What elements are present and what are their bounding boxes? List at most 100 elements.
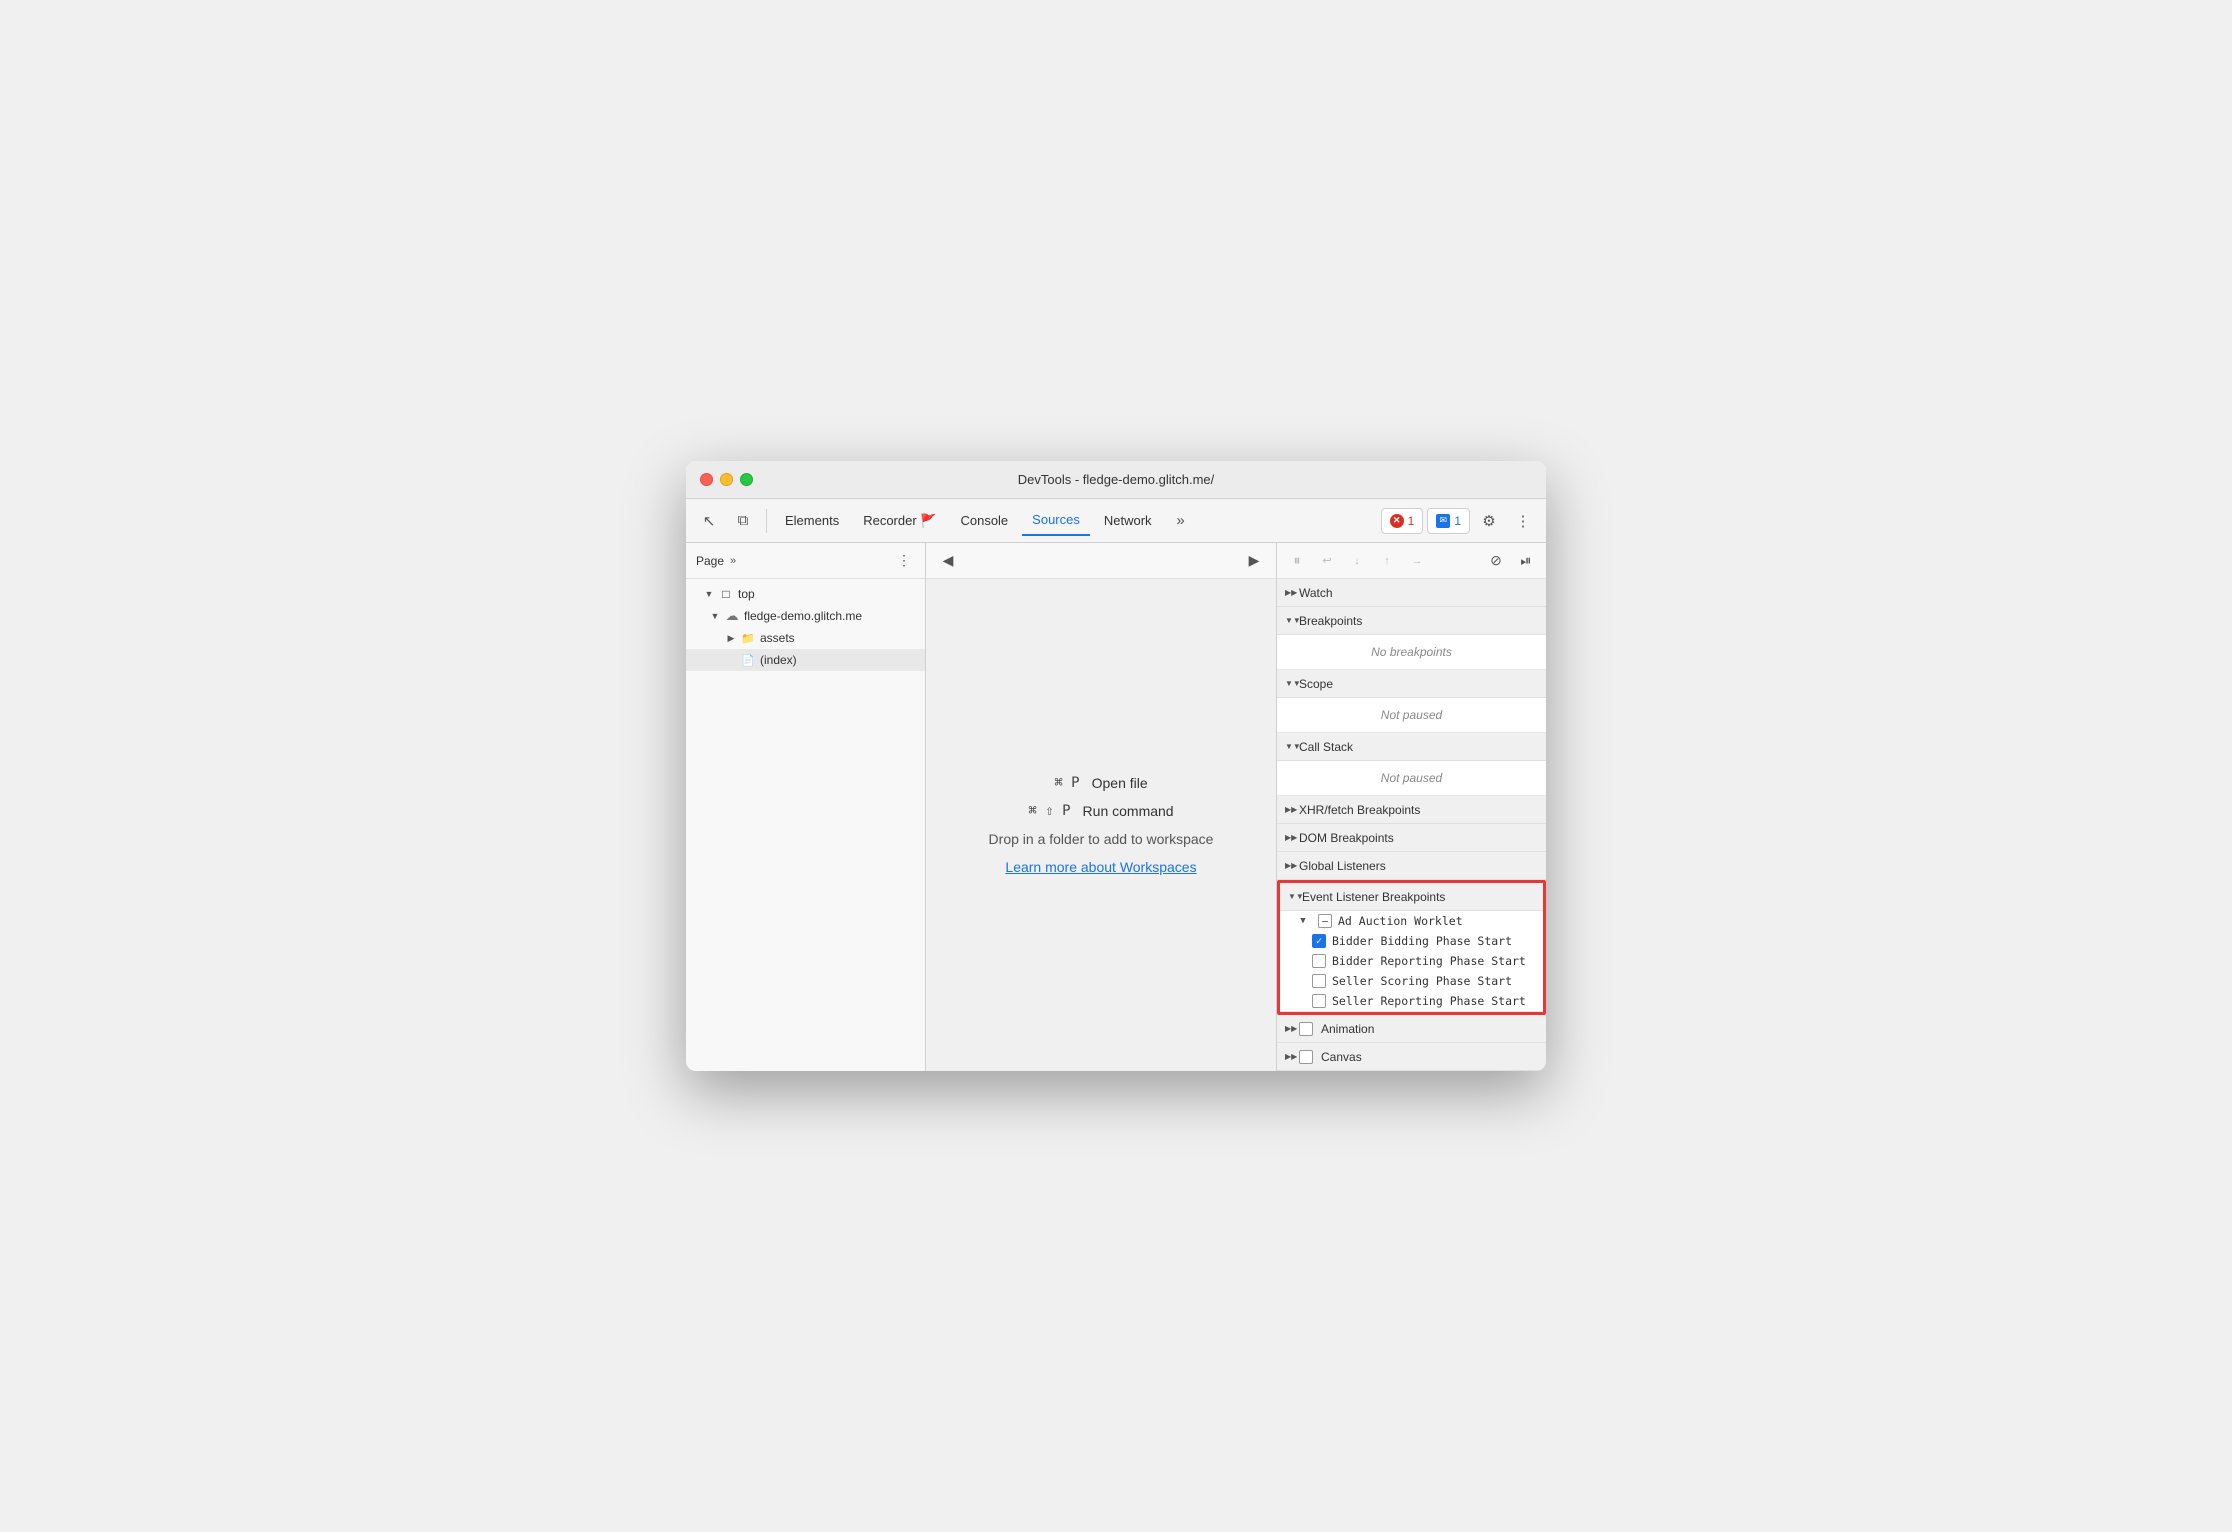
event-listener-section-header[interactable]: ▼ Event Listener Breakpoints [1280, 883, 1543, 911]
file-tree: ▼ □ top ▼ ☁ fledge-demo.glitch.me ▶ 📁 as… [686, 579, 925, 1071]
close-button[interactable] [700, 473, 713, 486]
device-icon: ⧉ [738, 512, 749, 529]
step-out-button[interactable]: ↑ [1373, 547, 1401, 575]
bidder-reporting-checkbox[interactable] [1312, 954, 1326, 968]
traffic-lights [700, 473, 753, 486]
step-into-button[interactable]: ↓ [1343, 547, 1371, 575]
seller-scoring-checkbox[interactable] [1312, 974, 1326, 988]
main-layout: Page » ⋮ ▼ □ top ▼ ☁ fled [686, 543, 1546, 1071]
pause-exceptions-button[interactable]: ⏯ [1512, 547, 1540, 575]
tree-item-index[interactable]: ▶ 📄 (index) [686, 649, 925, 671]
canvas-section-header[interactable]: ▶ Canvas [1277, 1043, 1546, 1071]
callstack-section-header[interactable]: ▼ Call Stack [1277, 733, 1546, 761]
collapse-left-icon: ◀ [943, 552, 954, 569]
bidder-bidding-item[interactable]: Bidder Bidding Phase Start [1280, 931, 1543, 951]
breakpoints-label: Breakpoints [1299, 614, 1362, 628]
watch-section-header[interactable]: ▶ Watch [1277, 579, 1546, 607]
sources-tab-label: Sources [1032, 512, 1080, 527]
collapse-left-button[interactable]: ◀ [934, 547, 962, 575]
folder-icon-assets: 📁 [740, 630, 756, 646]
canvas-checkbox[interactable] [1299, 1050, 1313, 1064]
tab-console[interactable]: Console [950, 506, 1018, 536]
cloud-icon: ☁ [724, 608, 740, 624]
settings-button[interactable]: ⚙ [1474, 506, 1504, 536]
scope-arrow: ▼ [1285, 679, 1295, 688]
more-tabs-button[interactable]: » [1166, 506, 1196, 536]
animation-section-header[interactable]: ▶ Animation [1277, 1015, 1546, 1043]
animation-checkbox[interactable] [1299, 1022, 1313, 1036]
seller-reporting-item[interactable]: Seller Reporting Phase Start [1280, 991, 1543, 1011]
breakpoints-section-header[interactable]: ▼ Breakpoints [1277, 607, 1546, 635]
deactivate-icon: ⊘ [1490, 552, 1502, 569]
debugger-toolbar: ⏸ ↩ ↓ ↑ → ⊘ ⏯ [1277, 543, 1546, 579]
shortcut-label-open: Open file [1092, 775, 1148, 791]
tab-recorder[interactable]: Recorder 🚩 [853, 506, 946, 536]
watch-arrow: ▶ [1285, 588, 1295, 597]
breakpoints-arrow: ▼ [1285, 616, 1295, 625]
more-options-button[interactable]: ⋮ [1508, 506, 1538, 536]
devtools-window: DevTools - fledge-demo.glitch.me/ ↖ ⧉ El… [686, 461, 1546, 1071]
event-listener-label: Event Listener Breakpoints [1302, 890, 1445, 904]
shortcut-label-run: Run command [1083, 803, 1174, 819]
tab-sources[interactable]: Sources [1022, 506, 1090, 536]
tab-network[interactable]: Network [1094, 506, 1162, 536]
main-toolbar: ↖ ⧉ Elements Recorder 🚩 Console Sources … [686, 499, 1546, 543]
tree-arrow-assets: ▶ [724, 631, 738, 645]
callstack-content: Not paused [1277, 761, 1546, 796]
canvas-label: Canvas [1321, 1050, 1362, 1064]
tree-label-assets: assets [760, 631, 795, 645]
minimize-button[interactable] [720, 473, 733, 486]
error-count: 1 [1408, 514, 1415, 528]
device-toggle-button[interactable]: ⧉ [728, 506, 758, 536]
deactivate-breakpoints-button[interactable]: ⊘ [1482, 547, 1510, 575]
debugger-sections: ▶ Watch ▼ Breakpoints No breakpoints ▼ S… [1277, 579, 1546, 1071]
cursor-tool-button[interactable]: ↖ [694, 506, 724, 536]
seller-scoring-item[interactable]: Seller Scoring Phase Start [1280, 971, 1543, 991]
xhr-section-header[interactable]: ▶ XHR/fetch Breakpoints [1277, 796, 1546, 824]
maximize-button[interactable] [740, 473, 753, 486]
sidebar-menu-icon: ⋮ [897, 552, 911, 569]
folder-icon-top: □ [718, 586, 734, 602]
console-tab-label: Console [960, 513, 1008, 528]
error-badge-button[interactable]: ✕ 1 [1381, 508, 1424, 534]
step-over-icon: ↩ [1322, 554, 1331, 567]
ad-auction-arrow: ▼ [1296, 914, 1310, 928]
scope-label: Scope [1299, 677, 1333, 691]
tree-label-index: (index) [760, 653, 797, 667]
event-listener-content: ▼ Ad Auction Worklet Bidder Bidding Phas… [1280, 911, 1543, 1012]
dom-section-header[interactable]: ▶ DOM Breakpoints [1277, 824, 1546, 852]
sidebar-menu-button[interactable]: ⋮ [893, 550, 915, 572]
seller-reporting-checkbox[interactable] [1312, 994, 1326, 1008]
workspace-learn-link[interactable]: Learn more about Workspaces [1005, 859, 1196, 875]
bidder-reporting-item[interactable]: Bidder Reporting Phase Start [1280, 951, 1543, 971]
shortcut-key-run: ⌘ ⇧ P [1028, 803, 1070, 819]
step-button[interactable]: → [1403, 547, 1431, 575]
breakpoints-content: No breakpoints [1277, 635, 1546, 670]
watch-label: Watch [1299, 586, 1333, 600]
tree-item-assets[interactable]: ▶ 📁 assets [686, 627, 925, 649]
center-content: ⌘ P Open file ⌘ ⇧ P Run command Drop in … [926, 579, 1276, 1071]
center-panel: ◀ ▶ ⌘ P Open file ⌘ ⇧ P Run command Drop… [926, 543, 1276, 1071]
file-icon-index: 📄 [740, 652, 756, 668]
ad-auction-checkbox[interactable] [1318, 914, 1332, 928]
expand-right-button[interactable]: ▶ [1240, 547, 1268, 575]
ad-auction-header[interactable]: ▼ Ad Auction Worklet [1280, 911, 1543, 931]
tree-item-fledge[interactable]: ▼ ☁ fledge-demo.glitch.me [686, 605, 925, 627]
event-listener-highlight: ▼ Event Listener Breakpoints ▼ Ad Auctio… [1277, 880, 1546, 1015]
network-tab-label: Network [1104, 513, 1152, 528]
message-badge-button[interactable]: ✉ 1 [1427, 508, 1470, 534]
seller-scoring-label: Seller Scoring Phase Start [1332, 974, 1512, 988]
step-over-button[interactable]: ↩ [1313, 547, 1341, 575]
scope-section-header[interactable]: ▼ Scope [1277, 670, 1546, 698]
cursor-icon: ↖ [703, 512, 716, 530]
tab-elements[interactable]: Elements [775, 506, 849, 536]
bidder-bidding-checkbox[interactable] [1312, 934, 1326, 948]
tree-item-top[interactable]: ▼ □ top [686, 583, 925, 605]
global-section-header[interactable]: ▶ Global Listeners [1277, 852, 1546, 880]
pause-button[interactable]: ⏸ [1283, 547, 1311, 575]
window-title: DevTools - fledge-demo.glitch.me/ [1018, 472, 1215, 487]
tree-arrow-top: ▼ [702, 587, 716, 601]
recorder-tab-label: Recorder 🚩 [863, 513, 936, 529]
sidebar-more-icon[interactable]: » [730, 555, 736, 567]
scope-content: Not paused [1277, 698, 1546, 733]
